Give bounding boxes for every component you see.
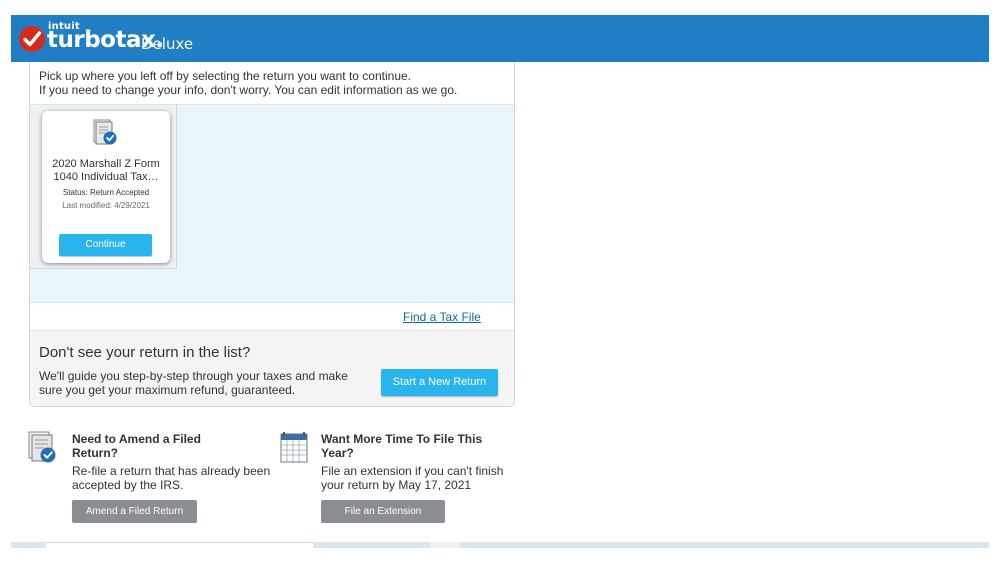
intro-line-2: If you need to change your info, don't w… <box>39 83 458 97</box>
amend-heading-line-1: Need to Amend a Filed <box>72 432 201 446</box>
amend-heading: Need to Amend a Filed Return? <box>72 432 242 460</box>
intro-text: Pick up where you left off by selecting … <box>39 69 457 97</box>
extension-heading-line-1: Want More Time To File This <box>321 432 483 446</box>
return-status: Status: Return Accepted <box>62 188 150 197</box>
tax-document-check-icon <box>92 119 118 147</box>
amend-filed-return-button[interactable]: Amend a Filed Return <box>72 500 197 523</box>
return-tile-container: 2020 Marshall Z Form 1040 Individual Tax… <box>30 105 177 269</box>
new-return-line-2: sure you get your maximum refund, guaran… <box>39 383 296 397</box>
return-title-line-2: 1040 Individual Tax… <box>53 171 159 183</box>
return-tile[interactable]: 2020 Marshall Z Form 1040 Individual Tax… <box>42 111 170 263</box>
continue-return-card: Pick up where you left off by selecting … <box>29 62 515 407</box>
return-last-modified: Last modified: 4/29/2021 <box>62 201 150 210</box>
extension-text-line-1: File an extension if you can't finish <box>321 464 504 478</box>
return-title-line-1: 2020 Marshall Z Form <box>52 158 160 170</box>
start-new-return-button[interactable]: Start a New Return <box>381 369 498 396</box>
intro-line-1: Pick up where you left off by selecting … <box>39 69 411 83</box>
page: intuit turbotax. Deluxe Pick up where yo… <box>0 0 999 562</box>
app-header: intuit turbotax. Deluxe <box>11 15 989 62</box>
return-title: 2020 Marshall Z Form 1040 Individual Tax… <box>48 158 164 184</box>
amend-document-icon <box>26 430 60 466</box>
continue-button[interactable]: Continue <box>59 234 152 256</box>
new-return-heading: Don't see your return in the list? <box>39 344 251 361</box>
amend-heading-line-2: Return? <box>72 446 118 460</box>
new-return-description: We'll guide you step-by-step through you… <box>39 369 359 397</box>
edition-label: Deluxe <box>141 35 194 53</box>
amend-text-line-2: accepted by the IRS. <box>72 478 184 492</box>
new-return-line-1: We'll guide you step-by-step through you… <box>39 369 348 383</box>
new-return-section: Don't see your return in the list? We'll… <box>30 330 514 406</box>
extension-heading-line-2: Year? <box>321 446 354 460</box>
extension-heading: Want More Time To File This Year? <box>321 432 521 460</box>
turbotax-check-logo-icon <box>19 26 45 52</box>
find-tax-file-row: Find a Tax File <box>30 303 514 330</box>
extension-description: File an extension if you can't finish yo… <box>321 464 531 492</box>
returns-list: 2020 Marshall Z Form 1040 Individual Tax… <box>30 104 514 303</box>
file-extension-button[interactable]: File an Extension <box>321 500 445 523</box>
bottom-tab-segment-2 <box>430 542 460 548</box>
amend-description: Re-file a return that has already been a… <box>72 464 292 492</box>
amend-text-line-1: Re-file a return that has already been <box>72 464 271 478</box>
bottom-tab-segment <box>46 542 313 548</box>
extension-text-line-2: your return by May 17, 2021 <box>321 478 472 492</box>
calendar-icon <box>278 430 312 466</box>
find-tax-file-link[interactable]: Find a Tax File <box>403 310 481 324</box>
